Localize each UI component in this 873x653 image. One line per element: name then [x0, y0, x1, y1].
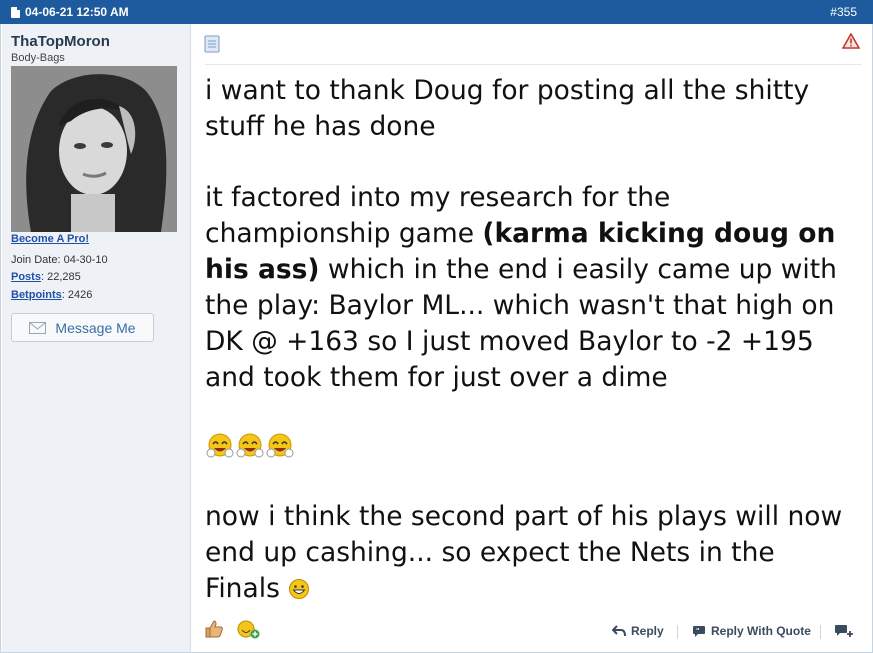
post-frame: ThaTopMoron Body-Bags Become A Pro! Join… — [0, 24, 873, 653]
post-footer: Reply " Reply With Quote — [192, 612, 872, 652]
reply-with-quote-button[interactable]: " Reply With Quote — [692, 624, 811, 638]
multi-quote-icon — [835, 625, 853, 637]
become-pro-link[interactable]: Become A Pro! — [11, 233, 89, 245]
grin-emoji-icon — [289, 579, 310, 599]
message-me-label: Message Me — [55, 319, 136, 336]
post-number-link[interactable]: #355 — [830, 5, 857, 19]
message-paragraph-2: it factored into my research for the cha… — [205, 182, 837, 393]
message-paragraph-3: now i think the second part of his plays… — [205, 501, 843, 604]
laughing-emoji-icon — [236, 433, 264, 458]
quote-icon: " — [693, 626, 705, 637]
reply-arrow-icon — [612, 625, 626, 637]
username[interactable]: ThaTopMoron — [11, 33, 110, 50]
report-icon[interactable] — [842, 33, 860, 49]
document-icon — [204, 35, 220, 53]
post-date: 04-06-21 12:50 AM — [25, 5, 129, 19]
multi-quote-button[interactable] — [834, 624, 854, 638]
user-info-panel: ThaTopMoron Body-Bags Become A Pro! Join… — [2, 24, 191, 652]
envelope-icon — [29, 321, 47, 334]
add-reaction-icon[interactable] — [236, 619, 260, 639]
emote-row — [205, 426, 855, 466]
avatar[interactable] — [11, 66, 177, 232]
user-title: Body-Bags — [11, 52, 65, 64]
join-date-row: Join Date: 04-30-10 — [11, 254, 108, 266]
post-header: 04-06-21 12:50 AM #355 — [0, 0, 873, 24]
betpoints-link[interactable]: Betpoints — [11, 289, 62, 301]
message-paragraph-1: i want to thank Doug for posting all the… — [205, 75, 810, 142]
svg-text:": " — [696, 627, 700, 635]
document-icon — [11, 6, 20, 18]
laughing-emoji-icon — [266, 433, 294, 458]
reply-button[interactable]: Reply — [612, 624, 664, 638]
post-message: i want to thank Doug for posting all the… — [205, 73, 855, 607]
message-me-button[interactable]: Message Me — [11, 313, 154, 342]
posts-row: Posts: 22,285 — [11, 271, 81, 283]
post-content: i want to thank Doug for posting all the… — [192, 24, 872, 652]
thumbs-up-icon[interactable] — [204, 619, 224, 639]
posts-link[interactable]: Posts — [11, 271, 41, 283]
laughing-emoji-icon — [206, 433, 234, 458]
betpoints-row: Betpoints: 2426 — [11, 289, 93, 301]
